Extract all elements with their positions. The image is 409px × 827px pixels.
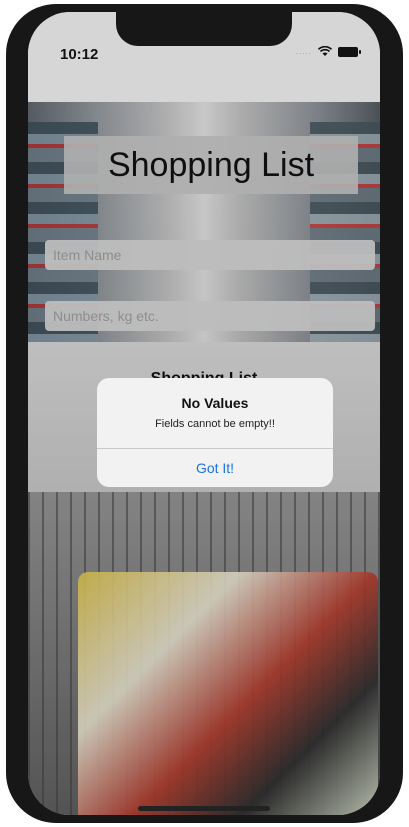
alert-message: Fields cannot be empty!! <box>155 418 275 430</box>
signal-icon: ..... <box>295 47 312 56</box>
got-it-button[interactable]: Got It! <box>97 449 333 487</box>
alert-title: No Values <box>181 395 249 411</box>
battery-icon <box>338 46 361 57</box>
screen: 10:12 ..... Shopping List Shopping List … <box>28 12 380 815</box>
wifi-icon <box>318 46 332 56</box>
status-time: 10:12 <box>60 46 99 63</box>
alert-dialog: No Values Fields cannot be empty!! Got I… <box>97 378 333 487</box>
notch <box>116 12 292 46</box>
home-indicator[interactable] <box>138 806 270 811</box>
status-icons: ..... <box>295 46 361 57</box>
